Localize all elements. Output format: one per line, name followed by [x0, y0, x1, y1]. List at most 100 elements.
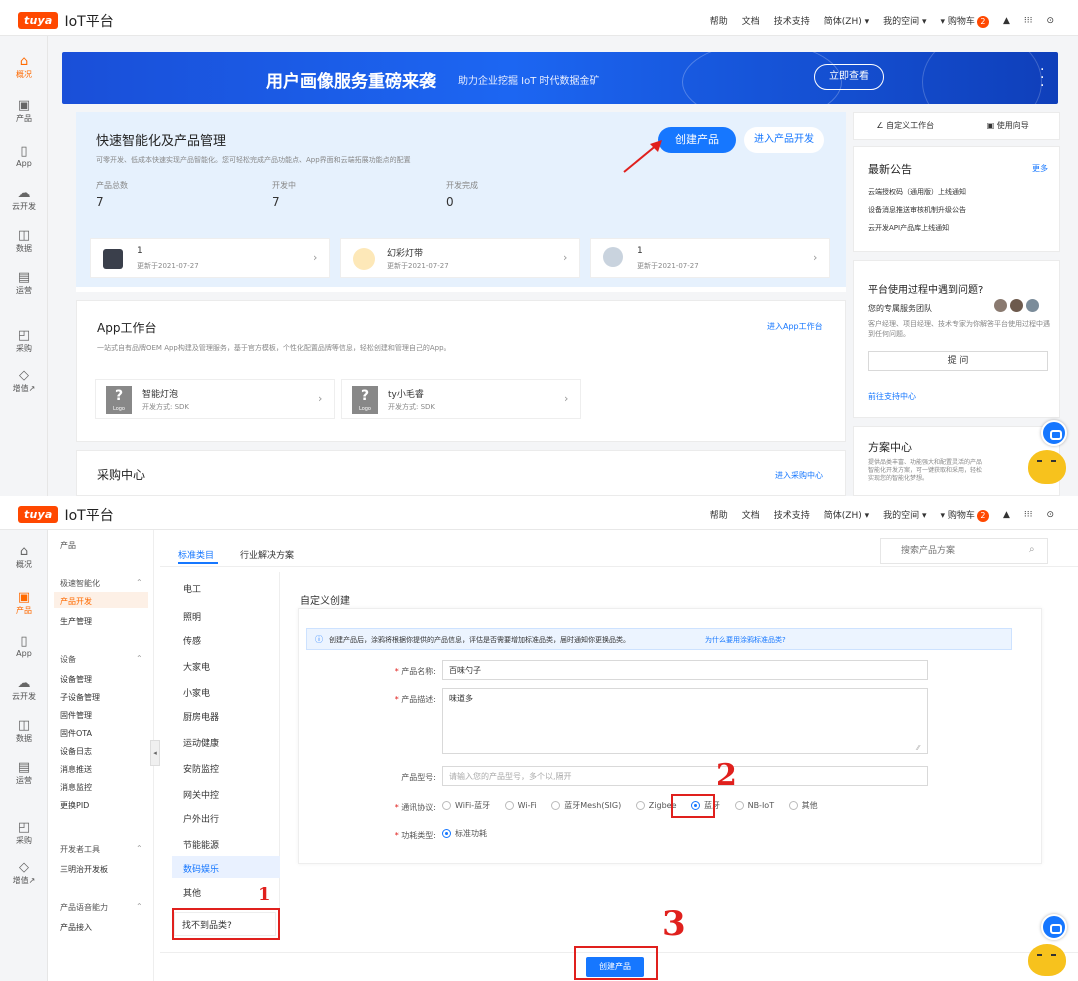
chevron-up-icon[interactable]: ⌃: [136, 654, 143, 663]
nav-space[interactable]: 我的空间 ▾: [883, 14, 926, 27]
nav-docs[interactable]: 文档: [742, 508, 760, 521]
nav-help[interactable]: 帮助: [710, 508, 728, 521]
search-box[interactable]: ⌕: [880, 538, 1048, 564]
logo[interactable]: tuya IoT平台: [18, 505, 114, 525]
chevron-up-icon[interactable]: ⌃: [136, 902, 143, 911]
nav-language[interactable]: 简体(ZH) ▾: [824, 14, 869, 27]
mascot-icon[interactable]: [1028, 450, 1066, 484]
category-item[interactable]: 传感: [183, 634, 201, 647]
radio-nb-iot[interactable]: NB-IoT: [734, 801, 774, 810]
product-desc-textarea[interactable]: 味道多: [442, 688, 928, 754]
submenu-item[interactable]: 设备日志: [60, 746, 92, 757]
apps-grid-icon[interactable]: ⁝⁝⁝: [1024, 16, 1033, 26]
sidebar-top-item-data[interactable]: ◫ 数据: [0, 228, 48, 254]
mascot-icon[interactable]: [1028, 944, 1066, 976]
resize-handle-icon[interactable]: ⁄⁄: [917, 744, 919, 752]
submenu-item[interactable]: 固件OTA: [60, 728, 92, 739]
sidebar-bottom-item-product[interactable]: ▣ 产品: [0, 590, 48, 616]
custom-workbench-button[interactable]: ∠ 自定义工作台: [854, 113, 957, 139]
notice-item[interactable]: 云开发API产品库上线通知: [868, 223, 949, 233]
notice-item[interactable]: 云端授权码（通用版）上线通知: [868, 187, 966, 197]
submenu-group[interactable]: 产品语音能力: [60, 902, 108, 913]
sidebar-bottom-item-purchase[interactable]: ◰ 采购: [0, 820, 48, 846]
radio-wifi[interactable]: Wi-Fi: [504, 801, 537, 810]
chevron-up-icon[interactable]: ⌃: [136, 578, 143, 587]
notice-item[interactable]: 设备消息推送审核机制升级公告: [868, 205, 966, 215]
category-item[interactable]: 户外出行: [183, 812, 219, 825]
sidebar-top-item-overview[interactable]: ⌂ 概况: [0, 54, 48, 80]
bell-icon[interactable]: ▲: [1003, 510, 1010, 520]
app-card[interactable]: ? Logo ty小毛睿 开发方式: SDK ›: [341, 379, 581, 419]
category-item[interactable]: 其他: [183, 886, 201, 899]
submenu-item[interactable]: 固件管理: [60, 710, 92, 721]
category-item[interactable]: 运动健康: [183, 736, 219, 749]
category-item[interactable]: 照明: [183, 610, 201, 623]
category-item[interactable]: 电工: [183, 582, 201, 595]
submenu-item[interactable]: 更换PID: [60, 800, 89, 811]
submenu-item[interactable]: 设备管理: [60, 674, 92, 685]
sidebar-top-item-product[interactable]: ▣ 产品: [0, 98, 48, 124]
sidebar-top-item-purchase[interactable]: ◰ 采购: [0, 328, 48, 354]
apps-grid-icon[interactable]: ⁝⁝⁝: [1024, 510, 1033, 520]
sidebar-bottom-item-cloud[interactable]: ☁ 云开发: [0, 676, 48, 702]
app-workbench-link[interactable]: 进入App工作台: [767, 321, 823, 332]
guide-button[interactable]: ▣ 使用向导: [957, 113, 1060, 139]
user-icon[interactable]: ⊙: [1046, 510, 1054, 520]
app-card[interactable]: ? Logo 智能灯泡 开发方式: SDK ›: [95, 379, 335, 419]
radio-ble-mesh[interactable]: 蓝牙Mesh(SIG): [551, 801, 621, 810]
submenu-item[interactable]: 生产管理: [60, 616, 92, 627]
tab-industry-solution[interactable]: 行业解决方案: [240, 548, 294, 561]
category-item[interactable]: 小家电: [183, 686, 210, 699]
nav-support[interactable]: 技术支持: [774, 508, 810, 521]
more-dots-icon[interactable]: · · ·: [1040, 63, 1050, 93]
logo[interactable]: tuya IoT平台: [18, 11, 114, 31]
sidebar-top-item-app[interactable]: ▯ App: [0, 144, 48, 168]
radio-wifi-ble[interactable]: WiFi-蓝牙: [442, 801, 490, 810]
submenu-group[interactable]: 设备: [60, 654, 76, 665]
ask-button[interactable]: 提 问: [868, 351, 1048, 371]
sidebar-top-item-cloud[interactable]: ☁ 云开发: [0, 186, 48, 212]
category-item[interactable]: 节能能源: [183, 838, 219, 851]
info-link[interactable]: 为什么要用涂鸦标准品类?: [705, 635, 786, 645]
product-card[interactable]: 幻彩灯带 更新于2021-07-27 ›: [340, 238, 580, 278]
nav-language[interactable]: 简体(ZH) ▾: [824, 508, 869, 521]
product-card[interactable]: 1 更新于2021-07-27 ›: [90, 238, 330, 278]
chevron-up-icon[interactable]: ⌃: [136, 844, 143, 853]
category-item-digital[interactable]: 数码娱乐: [183, 862, 219, 875]
category-item[interactable]: 大家电: [183, 660, 210, 673]
nav-cart[interactable]: ▾ 购物车 2: [941, 508, 989, 522]
nav-docs[interactable]: 文档: [742, 14, 760, 27]
collapse-handle[interactable]: ◂: [150, 740, 160, 766]
submenu-item[interactable]: 三明治开发板: [60, 864, 108, 875]
sidebar-top-item-value[interactable]: ◇ 增值↗: [0, 368, 48, 394]
sidebar-bottom-item-ops[interactable]: ▤ 运营: [0, 760, 48, 786]
chat-icon[interactable]: [1041, 420, 1067, 446]
notice-more-link[interactable]: 更多: [1032, 163, 1048, 174]
nav-help[interactable]: 帮助: [710, 14, 728, 27]
sidebar-bottom-item-value[interactable]: ◇ 增值↗: [0, 860, 48, 886]
submenu-item[interactable]: 子设备管理: [60, 692, 100, 703]
submenu-group[interactable]: 极速智能化: [60, 578, 100, 589]
submenu-item[interactable]: 消息监控: [60, 782, 92, 793]
category-item[interactable]: 厨房电器: [183, 710, 219, 723]
sidebar-bottom-item-app[interactable]: ▯ App: [0, 634, 48, 658]
submenu-item[interactable]: 消息推送: [60, 764, 92, 775]
radio-other[interactable]: 其他: [788, 801, 818, 810]
category-item[interactable]: 网关中控: [183, 788, 219, 801]
user-icon[interactable]: ⊙: [1046, 16, 1054, 26]
category-item[interactable]: 安防监控: [183, 762, 219, 775]
tab-standard-category[interactable]: 标准类目: [178, 548, 214, 561]
promo-banner[interactable]: 用户画像服务重磅来袭 助力企业挖掘 IoT 时代数据金矿 立即查看 · · ·: [62, 52, 1058, 104]
banner-view-button[interactable]: 立即查看: [814, 64, 884, 90]
support-center-link[interactable]: 前往支持中心: [868, 391, 916, 402]
submenu-group[interactable]: 开发者工具: [60, 844, 100, 855]
product-dev-button[interactable]: 进入产品开发: [744, 127, 824, 153]
sidebar-bottom-item-data[interactable]: ◫ 数据: [0, 718, 48, 744]
nav-support[interactable]: 技术支持: [774, 14, 810, 27]
product-name-input[interactable]: 百味勺子: [442, 660, 928, 680]
nav-cart[interactable]: ▾ 购物车 2: [941, 14, 989, 28]
search-input[interactable]: [881, 539, 1021, 563]
submenu-item-product-dev[interactable]: 产品开发: [60, 596, 92, 607]
sidebar-top-item-ops[interactable]: ▤ 运营: [0, 270, 48, 296]
submenu-item[interactable]: 产品接入: [60, 922, 92, 933]
